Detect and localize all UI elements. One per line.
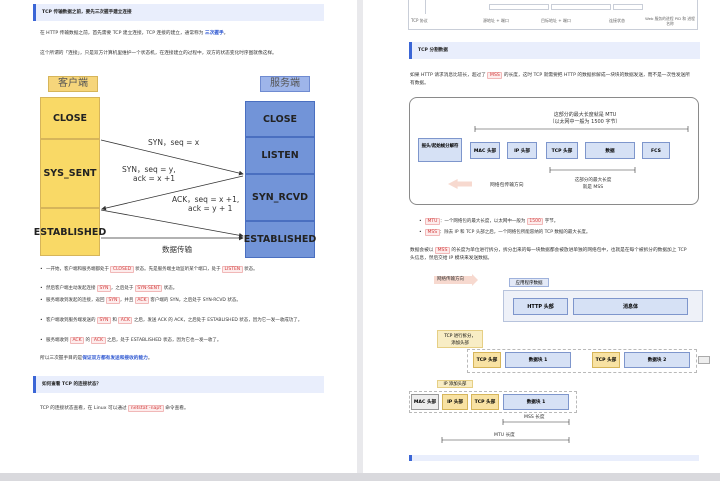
b2-tag1: SYN	[96, 285, 111, 292]
left-page: TCP 传输数据之前，要先三次握手建立连接 在 HTTP 传输数据之前，首先需要…	[0, 0, 357, 473]
rp1-pre: 如果 HTTP 请求消息比较长，超过了	[410, 73, 488, 78]
b4-tag1: SYN	[96, 317, 111, 324]
prev-label-4: 连接状态	[609, 18, 625, 23]
b2-mid: ，之后处于	[110, 286, 135, 291]
b1-pre: 一开始，客户端和服务端都处于	[46, 267, 111, 272]
mss-caption-b: 就是 MSS	[582, 184, 604, 190]
conclusion: 所以三次握手目的是保证双方都有发送和接收的能力。	[40, 355, 322, 363]
b3-tag1: SYN	[105, 297, 120, 304]
b4-tag2: ACK	[118, 317, 133, 324]
b5-tag1: ACK	[69, 337, 85, 344]
b5-tag2: ACK	[91, 337, 106, 344]
b3-mid: ，并且	[119, 298, 135, 303]
netstat-command: netstat -napt	[128, 405, 164, 412]
previous-figure: TCP 协议 源地址 + 端口 目标地址 + 端口 连接状态 Web 服务的进程…	[408, 0, 698, 30]
right-page: TCP 协议 源地址 + 端口 目标地址 + 端口 连接状态 Web 服务的进程…	[363, 0, 720, 473]
bullet-5: 服务端收到 ACK 的 ACK 之后，处于 ESTABLISHED 状态，因为它…	[40, 337, 322, 345]
cell-preamble: 报头/起始帧分解符	[418, 138, 462, 162]
b5-pre: 服务端收到	[46, 338, 70, 343]
mtu-text: ：一个网络包的最大长度，以太网中一般为	[439, 219, 527, 224]
b2-post: 状态。	[162, 286, 178, 291]
mss-bullet: MSS：除去 IP 和 TCP 头部之后，一个网络包所能容纳的 TCP 数据的最…	[419, 229, 701, 237]
mss-length-label: MSS 长度	[523, 414, 546, 420]
b3-tag2: ACK	[134, 297, 149, 304]
p3-post: 命令查看。	[163, 406, 189, 411]
cell-mac-header: MAC 头部	[470, 142, 500, 159]
b4-post: 之后，发送 ACK 的 ACK，之后处于 ESTABLISHED 状态，因为它一…	[132, 318, 303, 323]
split-paragraph-1: 如果 HTTP 请求消息比较长，超过了 MSS 的长度，这时 TCP 就需要把 …	[410, 72, 692, 88]
msg-ack-a: ACK，seq = x +1,	[172, 195, 240, 204]
next-section-head	[409, 455, 699, 461]
direction-label: 网络包传输方向	[490, 183, 524, 188]
mss-tag: MSS	[425, 229, 440, 236]
msg-syn: SYN，seq = x	[148, 138, 200, 147]
cell-fcs: FCS	[642, 142, 670, 159]
prev-label-5: Web 服务的进程 PID 和 进程名称	[645, 16, 695, 26]
rp1-tag: MSS	[487, 72, 503, 79]
b2-tag2: SYN-SENT	[134, 285, 163, 292]
conclusion-post: 。	[147, 356, 153, 361]
handshake-arrows	[100, 139, 244, 241]
ack-arrow	[100, 209, 244, 238]
mtu-mss-diagram: 这部分的最大长度就是 MTU （以太网中一般为 1500 字节） 报头/起始帧分…	[409, 97, 699, 205]
mtu-tag: MTU	[425, 218, 440, 225]
mtu-post: 字节。	[543, 219, 559, 224]
viewer-bottom-bar	[0, 473, 720, 481]
segmentation-diagram: 网络传输方向 应用程序数据 HTTP 头部 消息体 TCP 进行拆分， 添加头部…	[409, 272, 710, 447]
conclusion-pre: 所以三次握手目的是	[40, 356, 83, 361]
rp2-tag: MSS	[434, 247, 450, 254]
cell-ip-header: IP 头部	[507, 142, 537, 159]
b3-pre: 服务端收到发起的连接，返回	[46, 298, 106, 303]
b1-mid: 状态。先是服务端主动监听某个端口，处于	[133, 267, 222, 272]
rp2-pre: 数据会被以	[410, 248, 435, 253]
cell-tcp-header: TCP 头部	[546, 142, 578, 159]
msg-data: 数据传输	[162, 245, 192, 254]
bullet-4: 客户端收到服务端发送的 SYN 和 ACK 之后，发送 ACK 的 ACK，之后…	[40, 317, 322, 325]
mtu-length-label: MTU 长度	[493, 432, 516, 438]
b2-pre: 然后客户端主动发起连接	[46, 286, 97, 291]
mss-text: ：除去 IP 和 TCP 头部之后，一个网络包所能容纳的 TCP 数据的最大长度…	[439, 230, 591, 235]
prev-label-2: 源地址 + 端口	[483, 18, 509, 23]
cell-data: 数据	[585, 142, 635, 159]
b1-tag1: CLOSED	[110, 266, 134, 273]
msg-syn-ack-b: ack = x +1	[133, 174, 175, 183]
b1-post: 状态。	[242, 267, 258, 272]
bullet-2: 然后客户端主动发起连接 SYN，之后处于 SYN-SENT 状态。	[40, 285, 322, 293]
msg-ack-b: ack = y + 1	[188, 204, 233, 213]
conclusion-highlight: 保证双方都有发送和接收的能力	[82, 356, 148, 361]
section-title-split: TCP 分割数据	[409, 42, 700, 59]
rp2-post: 的长度为单位进行拆分，拆分出来的每一块数据都会被放进单独的网络包中，也就是在每个…	[410, 248, 687, 261]
mtu-value: 1500	[526, 218, 544, 225]
prev-label-3: 目标地址 + 端口	[541, 18, 571, 23]
section-2-title: 如何查看 TCP 的连接状态？	[33, 376, 324, 393]
msg-syn-ack-a: SYN，seq = y,	[122, 165, 176, 174]
mtu-bullet: MTU：一个网络包的最大长度，以太网中一般为 1500 字节。	[419, 218, 701, 226]
b1-tag2: LISTEN	[222, 266, 243, 273]
paragraph-3: TCP 的连接状态查看，在 Linux 可以通过 netstat -napt 命…	[40, 405, 322, 413]
bullet-3: 服务端收到发起的连接，返回 SYN，并且 ACK 客户端的 SYN，之后处于 S…	[40, 297, 322, 305]
prev-label-1: TCP 协议	[411, 18, 428, 23]
b4-pre: 客户端收到服务端发送的	[46, 318, 97, 323]
b5-post: 之后，处于 ESTABLISHED 状态，因为它也一发一收了。	[105, 338, 222, 343]
p3-pre: TCP 的连接状态查看，在 Linux 可以通过	[40, 406, 129, 411]
split-paragraph-2: 数据会被以 MSS 的长度为单位进行拆分，拆分出来的每一块数据都会被放进单独的网…	[410, 247, 692, 263]
bullet-1: 一开始，客户端和服务端都处于 CLOSED 状态。先是服务端主动监听某个端口，处…	[40, 266, 322, 274]
b3-post: 客户端的 SYN，之后处于 SYN-RCVD 状态。	[148, 298, 241, 303]
